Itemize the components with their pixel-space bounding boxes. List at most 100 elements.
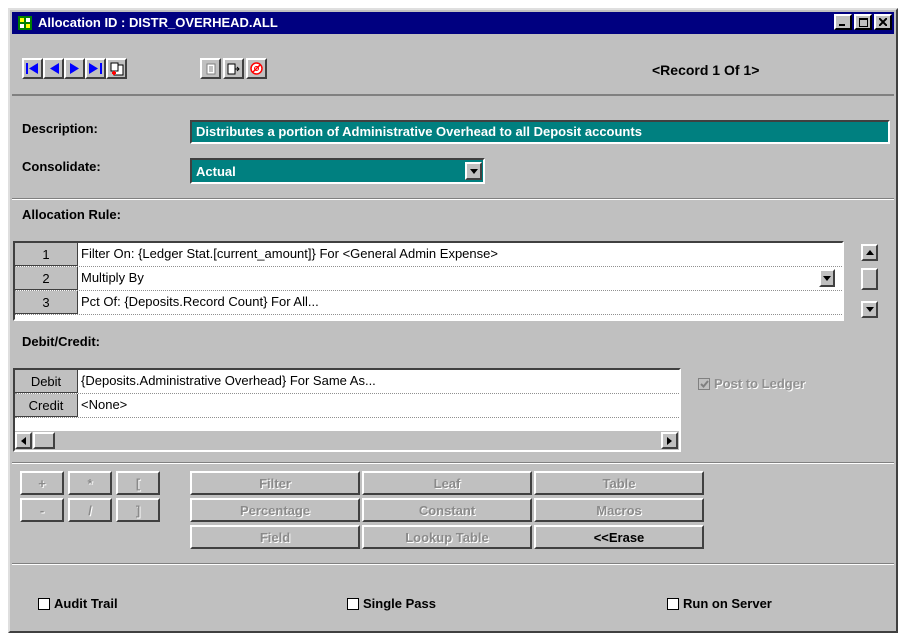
debit-credit-label: Debit/Credit: [22,334,100,349]
checkbox-box [347,597,359,610]
scroll-left-button[interactable] [15,432,32,449]
checkbox-box [38,597,50,610]
previous-record-button[interactable] [43,58,64,79]
scroll-right-button[interactable] [661,432,678,449]
checkbox-box [698,377,710,390]
allocation-rule-label: Allocation Rule: [22,207,121,222]
divider [12,563,894,565]
toolbar: <Record 1 Of 1> [12,36,894,96]
credit-text: <None> [81,397,128,412]
table-button[interactable]: Table [534,471,704,495]
percentage-button[interactable]: Percentage [190,498,360,522]
description-label: Description: [22,121,98,136]
table-row[interactable]: 1 Filter On: {Ledger Stat.[current_amoun… [15,243,842,267]
arrow-left-icon [21,436,26,445]
run-on-server-label: Run on Server [683,596,772,611]
divider [12,198,894,200]
arrow-up-icon [865,250,874,255]
row-number: 1 [15,243,78,266]
hscroll-thumb[interactable] [33,432,55,449]
plus-operator-button[interactable]: + [20,471,64,495]
post-to-ledger-label: Post to Ledger [714,376,806,391]
horizontal-scrollbar[interactable] [15,431,679,450]
leaf-button[interactable]: Leaf [362,471,532,495]
credit-label: Credit [15,394,78,417]
description-field[interactable]: Distributes a portion of Administrative … [190,120,890,144]
new-record-button[interactable] [106,58,127,79]
last-record-icon [89,63,102,74]
rule-dropdown-button[interactable] [819,269,835,287]
minimize-button[interactable] [834,14,852,30]
app-icon [18,16,32,30]
consolidate-dropdown-button[interactable] [465,162,482,180]
delete-icon [250,62,263,75]
consolidate-label: Consolidate: [22,159,101,174]
run-on-server-checkbox[interactable]: Run on Server [667,596,772,611]
right-bracket-button[interactable]: ] [116,498,160,522]
macros-button[interactable]: Macros [534,498,704,522]
chevron-down-icon [823,275,831,281]
post-to-ledger-checkbox[interactable]: Post to Ledger [698,376,805,391]
scroll-thumb[interactable] [861,268,878,290]
left-bracket-button[interactable]: [ [116,471,160,495]
chevron-down-icon [469,168,478,174]
debit-label: Debit [15,370,78,393]
divide-operator-button[interactable]: / [68,498,112,522]
consolidate-value: Actual [196,164,236,179]
arrow-down-icon [865,307,874,312]
single-pass-checkbox[interactable]: Single Pass [347,596,436,611]
table-row[interactable]: Credit <None> [15,394,679,418]
minimize-icon [839,24,845,26]
allocation-rule-grid: 1 Filter On: {Ledger Stat.[current_amoun… [13,241,844,321]
previous-record-icon [49,63,59,74]
consolidate-select[interactable]: Actual [190,158,485,184]
checkmark-icon [699,379,709,388]
multiply-operator-button[interactable]: * [68,471,112,495]
rule-text: Multiply By [81,270,144,285]
first-record-button[interactable] [22,58,43,79]
record-navigation [22,58,127,79]
title-bar: Allocation ID : DISTR_OVERHEAD.ALL [12,12,894,34]
debit-credit-grid: Debit {Deposits.Administrative Overhead}… [13,368,681,452]
table-row[interactable]: Debit {Deposits.Administrative Overhead}… [15,370,679,394]
next-record-icon [69,63,79,74]
checkbox-box [667,597,679,610]
maximize-icon [858,17,868,27]
erase-button[interactable]: <<Erase [534,525,704,549]
first-record-icon [26,63,38,74]
last-record-button[interactable] [85,58,106,79]
window-title: Allocation ID : DISTR_OVERHEAD.ALL [38,15,278,30]
field-button[interactable]: Field [190,525,360,549]
scroll-down-button[interactable] [861,301,878,318]
audit-trail-label: Audit Trail [54,596,118,611]
table-row[interactable]: 3 Pct Of: {Deposits.Record Count} For Al… [15,291,842,315]
edit-tools [200,58,267,79]
rule-text: Filter On: {Ledger Stat.[current_amount]… [81,246,498,261]
new-record-icon [110,62,123,75]
minus-operator-button[interactable]: - [20,498,64,522]
close-button[interactable] [874,14,892,30]
next-record-button[interactable] [64,58,85,79]
copy-button[interactable] [200,58,221,79]
paste-icon [227,63,240,74]
arrow-right-icon [667,436,672,445]
scroll-up-button[interactable] [861,244,878,261]
single-pass-label: Single Pass [363,596,436,611]
record-indicator: <Record 1 Of 1> [652,62,760,78]
rule-text: Pct Of: {Deposits.Record Count} For All.… [81,294,319,309]
table-row[interactable]: 2 Multiply By [15,267,842,291]
filter-button[interactable]: Filter [190,471,360,495]
debit-text: {Deposits.Administrative Overhead} For S… [81,373,376,388]
maximize-button[interactable] [854,14,872,30]
rule-scrollbar[interactable] [860,244,879,320]
row-number: 3 [15,291,78,314]
audit-trail-checkbox[interactable]: Audit Trail [38,596,118,611]
paste-button[interactable] [223,58,244,79]
delete-record-button[interactable] [246,58,267,79]
document-icon [206,63,215,74]
lookup-table-button[interactable]: Lookup Table [362,525,532,549]
row-number: 2 [15,267,78,290]
close-icon [879,18,887,26]
divider [12,462,894,464]
constant-button[interactable]: Constant [362,498,532,522]
